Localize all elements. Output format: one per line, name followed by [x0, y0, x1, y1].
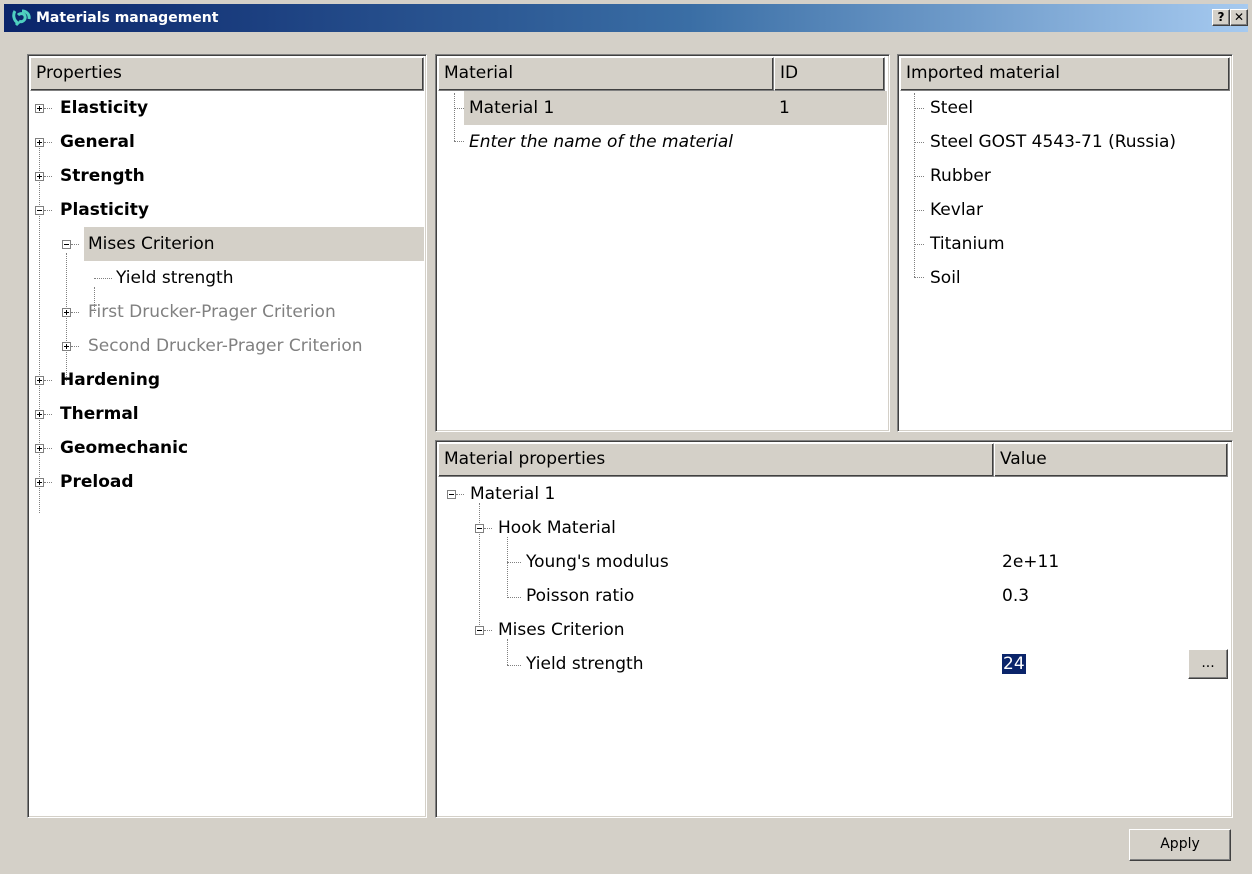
- tree-item-second-drucker-prager[interactable]: Second Drucker-Prager Criterion: [88, 329, 363, 363]
- close-button[interactable]: ✕: [1230, 9, 1248, 26]
- tree-item-plasticity[interactable]: Plasticity: [60, 193, 149, 227]
- tree-item-mises-criterion[interactable]: Mises Criterion: [88, 227, 215, 261]
- imported-material-header[interactable]: Imported material: [900, 57, 1230, 91]
- title-bar: Materials management ? ✕: [4, 4, 1248, 32]
- expand-plus-icon[interactable]: [62, 308, 71, 317]
- properties-header[interactable]: Properties: [30, 57, 424, 91]
- collapse-minus-icon[interactable]: [447, 490, 456, 499]
- collapse-minus-icon[interactable]: [35, 206, 44, 215]
- material-row-id: 1: [779, 98, 790, 118]
- new-material-placeholder[interactable]: Enter the name of the material: [469, 125, 733, 159]
- imported-item-steel-gost[interactable]: Steel GOST 4543-71 (Russia): [930, 125, 1176, 159]
- expand-plus-icon[interactable]: [35, 104, 44, 113]
- material-column-header[interactable]: Material: [438, 57, 774, 91]
- properties-root-material[interactable]: Material 1: [470, 477, 555, 511]
- material-properties-panel: Material properties Value Material 1 Hoo…: [435, 440, 1233, 818]
- imported-item-steel[interactable]: Steel: [930, 91, 973, 125]
- imported-material-panel: Imported material Steel Steel GOST 4543-…: [897, 54, 1233, 432]
- property-youngs-modulus[interactable]: Young's modulus: [526, 545, 669, 579]
- tree-item-preload[interactable]: Preload: [60, 465, 134, 499]
- tree-item-yield-strength[interactable]: Yield strength: [116, 261, 233, 295]
- expand-plus-icon[interactable]: [35, 172, 44, 181]
- window-title: Materials management: [36, 10, 219, 26]
- tree-item-first-drucker-prager[interactable]: First Drucker-Prager Criterion: [88, 295, 336, 329]
- imported-item-soil[interactable]: Soil: [930, 261, 961, 295]
- value-column-header[interactable]: Value: [994, 443, 1228, 477]
- properties-group-mises-criterion[interactable]: Mises Criterion: [498, 613, 625, 647]
- tree-item-elasticity[interactable]: Elasticity: [60, 91, 148, 125]
- apply-button[interactable]: Apply: [1129, 829, 1231, 861]
- material-row-name[interactable]: Material 1: [469, 91, 554, 125]
- help-button[interactable]: ?: [1212, 9, 1230, 26]
- tree-item-geomechanic[interactable]: Geomechanic: [60, 431, 188, 465]
- id-column-header[interactable]: ID: [774, 57, 885, 91]
- material-properties-header[interactable]: Material properties: [438, 443, 994, 477]
- expand-plus-icon[interactable]: [35, 138, 44, 147]
- expand-plus-icon[interactable]: [35, 444, 44, 453]
- tree-item-thermal[interactable]: Thermal: [60, 397, 139, 431]
- imported-item-rubber[interactable]: Rubber: [930, 159, 991, 193]
- property-yield-strength[interactable]: Yield strength: [526, 647, 643, 681]
- collapse-minus-icon[interactable]: [62, 240, 71, 249]
- browse-value-button[interactable]: ...: [1188, 649, 1228, 679]
- app-logo-icon: [12, 9, 31, 27]
- tree-item-strength[interactable]: Strength: [60, 159, 145, 193]
- collapse-minus-icon[interactable]: [475, 524, 484, 533]
- expand-plus-icon[interactable]: [35, 410, 44, 419]
- collapse-minus-icon[interactable]: [475, 626, 484, 635]
- property-poisson-ratio[interactable]: Poisson ratio: [526, 579, 634, 613]
- expand-plus-icon[interactable]: [35, 478, 44, 487]
- properties-group-hook-material[interactable]: Hook Material: [498, 511, 616, 545]
- properties-panel: Properties Elasticity General Strength P…: [27, 54, 427, 818]
- imported-item-kevlar[interactable]: Kevlar: [930, 193, 983, 227]
- property-yield-strength-editor[interactable]: 24: [1002, 647, 1026, 681]
- tree-item-hardening[interactable]: Hardening: [60, 363, 160, 397]
- property-poisson-ratio-value[interactable]: 0.3: [1002, 579, 1029, 613]
- material-list-panel: Material ID Material 1 1 Enter the name …: [435, 54, 890, 432]
- expand-plus-icon[interactable]: [62, 342, 71, 351]
- imported-item-titanium[interactable]: Titanium: [930, 227, 1005, 261]
- property-youngs-modulus-value[interactable]: 2e+11: [1002, 545, 1059, 579]
- expand-plus-icon[interactable]: [35, 376, 44, 385]
- yield-strength-value-input[interactable]: 24: [1002, 654, 1026, 674]
- tree-item-general[interactable]: General: [60, 125, 135, 159]
